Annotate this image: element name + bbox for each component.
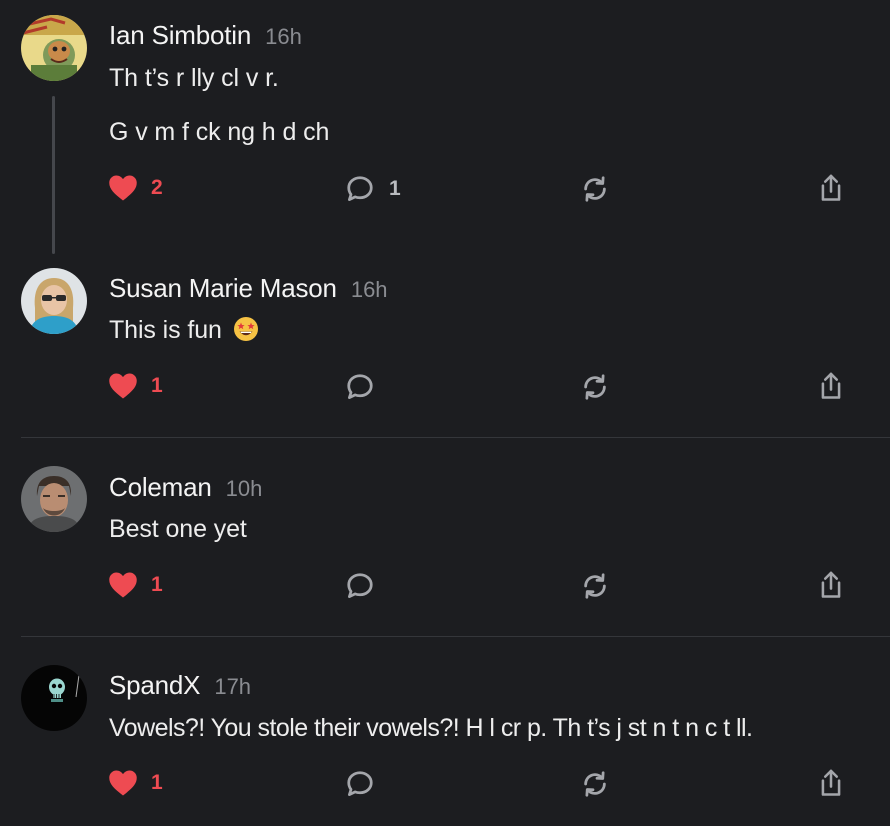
author-name[interactable]: Coleman — [109, 472, 212, 503]
profile-photo-image — [21, 268, 87, 334]
repost-icon — [584, 176, 606, 202]
comment-feed: Ian Simbotin 16h Th t’s r lly cl v r. G … — [0, 0, 890, 826]
speech-bubble-icon — [347, 374, 373, 399]
like-button[interactable]: 1 — [108, 769, 163, 797]
share-icon — [821, 769, 841, 796]
restack-button[interactable] — [580, 174, 610, 204]
timestamp[interactable]: 10h — [226, 476, 263, 502]
like-count: 1 — [151, 573, 163, 596]
share-icon — [821, 174, 841, 201]
like-button[interactable]: 1 — [108, 571, 163, 599]
action-bar: 2 1 — [0, 168, 890, 208]
share-button[interactable] — [817, 570, 845, 600]
star-struck-emoji — [233, 317, 258, 341]
comment-text-line: Th t’s r lly cl v r. — [109, 64, 279, 92]
avatar[interactable] — [21, 466, 87, 532]
like-count: 1 — [151, 374, 163, 397]
reply-button[interactable] — [345, 769, 375, 799]
share-icon — [821, 571, 841, 598]
avatar[interactable] — [21, 268, 87, 334]
restack-button[interactable] — [580, 372, 610, 402]
speech-bubble-icon — [347, 573, 373, 598]
heart-icon — [109, 175, 137, 201]
avatar[interactable] — [21, 15, 87, 81]
profile-photo-image — [21, 466, 87, 532]
repost-icon — [584, 573, 606, 599]
speech-bubble-icon — [347, 771, 373, 796]
reply-count: 1 — [389, 177, 401, 200]
author-name[interactable]: SpandX — [109, 670, 201, 701]
reply-button[interactable] — [345, 372, 375, 402]
action-bar: 1 — [0, 763, 890, 803]
comment-text: This is fun — [109, 316, 222, 344]
comment-text-line: Best one yet — [109, 515, 247, 543]
speech-bubble-icon — [347, 176, 373, 201]
divider — [21, 437, 890, 438]
skull-avatar-image — [21, 665, 87, 731]
restack-button[interactable] — [580, 769, 610, 799]
author-name[interactable]: Ian Simbotin — [109, 20, 251, 51]
like-button[interactable]: 1 — [108, 372, 163, 400]
action-bar: 1 — [0, 565, 890, 605]
comment-text-line: This is fun — [109, 316, 259, 345]
action-bar: 1 — [0, 366, 890, 406]
heart-icon — [109, 373, 137, 399]
heart-icon — [109, 572, 137, 598]
reply-button[interactable]: 1 — [345, 174, 401, 204]
timestamp[interactable]: 16h — [351, 277, 388, 303]
share-icon — [821, 372, 841, 399]
comment-text-line: Vowels?! You stole their vowels?! H l cr… — [109, 714, 753, 742]
timestamp[interactable]: 16h — [265, 24, 302, 50]
share-button[interactable] — [817, 768, 845, 798]
repost-icon — [584, 374, 606, 400]
like-button[interactable]: 2 — [108, 174, 163, 202]
author-name[interactable]: Susan Marie Mason — [109, 273, 337, 304]
book-cover-avatar-image — [21, 15, 87, 81]
repost-icon — [584, 771, 606, 797]
divider — [21, 636, 890, 637]
comment-text-line: G v m f ck ng h d ch — [109, 118, 330, 146]
reply-button[interactable] — [345, 571, 375, 601]
avatar[interactable] — [21, 665, 87, 731]
share-button[interactable] — [817, 371, 845, 401]
restack-button[interactable] — [580, 571, 610, 601]
share-button[interactable] — [817, 173, 845, 203]
like-count: 2 — [151, 176, 163, 199]
heart-icon — [109, 770, 137, 796]
timestamp[interactable]: 17h — [214, 674, 251, 700]
like-count: 1 — [151, 771, 163, 794]
